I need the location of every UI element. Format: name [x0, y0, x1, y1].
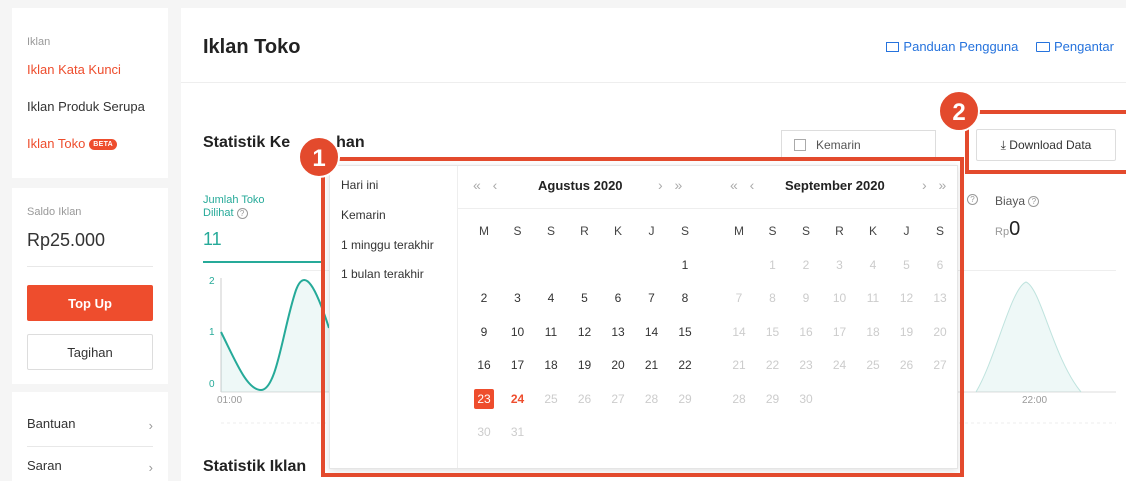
balance-value: Rp25.000	[27, 230, 106, 250]
chevron-right-icon: ›	[148, 460, 153, 475]
intro-video-label: Pengantar	[1054, 39, 1114, 54]
metric-shop-views[interactable]: Jumlah Toko Dilihat ?	[203, 194, 265, 220]
intro-video-link[interactable]: Pengantar	[1036, 39, 1114, 54]
ads-menu-card: Iklan Iklan Kata Kunci Iklan Produk Seru…	[12, 8, 168, 178]
annotation-box	[321, 157, 964, 477]
balance-card: Saldo Iklan Rp25.000 Top Up Tagihan	[12, 188, 168, 384]
date-range-input[interactable]: Kemarin	[781, 130, 936, 160]
currency-label: Rp	[995, 226, 1010, 238]
calendar-icon	[794, 139, 806, 151]
header-links: Panduan Pengguna Pengantar	[872, 39, 1114, 54]
y-tick-label: 2	[209, 276, 215, 287]
help-links-card: Bantuan › Saran ›	[12, 392, 168, 481]
chevron-right-icon: ›	[148, 418, 153, 433]
y-tick-label: 0	[209, 379, 215, 390]
annotation-badge: 1	[298, 136, 340, 178]
billing-button[interactable]: Tagihan	[27, 334, 153, 370]
metric-cost-value: Rp0	[995, 218, 1020, 241]
beta-badge: BETA	[89, 139, 118, 150]
chart-area-fill	[221, 280, 329, 392]
feedback-link-label: Saran	[27, 458, 62, 473]
metric-cost-number: 0	[1009, 218, 1021, 240]
sidebar-item-similar-product-ads[interactable]: Iklan Produk Serupa	[27, 99, 145, 114]
y-tick-label: 1	[209, 327, 215, 338]
annotation-badge: 2	[938, 90, 980, 132]
page-title: Iklan Toko	[203, 36, 301, 58]
chart-area-fill	[976, 282, 1081, 392]
x-tick-label: 22:00	[1022, 395, 1048, 406]
help-icon: ?	[1028, 196, 1040, 207]
sidebar-item-keyword-ads[interactable]: Iklan Kata Kunci	[27, 62, 121, 77]
x-tick-label: 01:00	[217, 395, 243, 406]
user-guide-label: Panduan Pengguna	[903, 39, 1019, 54]
overall-stats-title-end: han	[336, 134, 365, 151]
metric-views-label-line2: Dilihat	[203, 207, 234, 219]
divider	[27, 446, 153, 447]
overall-stats-title-start: Statistik Ke	[203, 134, 291, 151]
date-range-value: Kemarin	[816, 138, 861, 152]
user-guide-link[interactable]: Panduan Pengguna	[886, 39, 1018, 54]
divider	[27, 266, 153, 267]
help-link[interactable]: Bantuan ›	[27, 416, 153, 436]
metric-views-label-line1: Jumlah Toko	[203, 194, 265, 206]
ad-stats-title: Statistik Iklan	[203, 458, 307, 475]
ads-menu-label: Iklan	[27, 36, 51, 48]
metric-cost-label: Biaya	[995, 194, 1026, 208]
book-icon	[886, 42, 900, 52]
sidebar-item-shop-ads[interactable]: Iklan Toko BETA	[27, 136, 118, 151]
sidebar-item-label: Iklan Toko	[27, 136, 86, 151]
header-divider	[181, 82, 1126, 83]
top-up-button[interactable]: Top Up	[27, 285, 153, 321]
annotation-box	[965, 110, 1126, 174]
help-link-label: Bantuan	[27, 416, 76, 431]
feedback-link[interactable]: Saran ›	[27, 458, 153, 478]
video-icon	[1036, 42, 1050, 52]
help-icon: ?	[967, 194, 978, 205]
help-icon: ?	[236, 208, 248, 219]
overall-stats-title: Statistik Ke han	[203, 134, 365, 152]
active-metric-indicator	[203, 261, 323, 263]
balance-label: Saldo Iklan	[27, 206, 82, 218]
metric-cost[interactable]: Biaya ?	[995, 194, 1040, 208]
metric-views-value: 11	[203, 229, 222, 249]
